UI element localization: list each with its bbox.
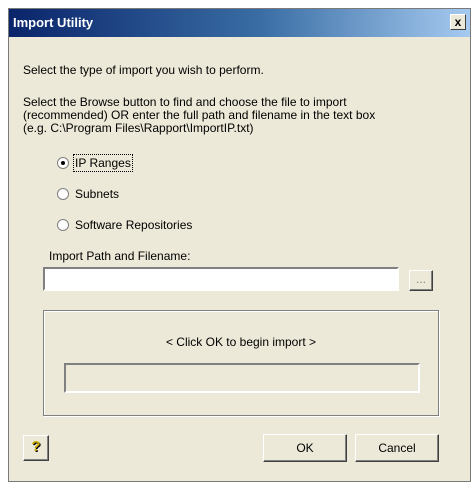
cancel-button-label: Cancel bbox=[378, 441, 416, 455]
radio-button-selected[interactable] bbox=[57, 157, 69, 169]
radio-label-subnets: Subnets bbox=[75, 187, 120, 201]
browse-button-label: ... bbox=[415, 272, 426, 286]
help-icon: ? bbox=[31, 438, 41, 455]
import-utility-dialog: Import Utility x Select the type of impo… bbox=[8, 8, 471, 482]
browse-button[interactable]: ... bbox=[409, 270, 433, 291]
import-path-input[interactable] bbox=[43, 267, 399, 291]
radio-button[interactable] bbox=[57, 188, 69, 200]
cancel-button[interactable]: Cancel bbox=[355, 434, 439, 462]
close-button[interactable]: x bbox=[450, 14, 466, 30]
ok-button[interactable]: OK bbox=[263, 434, 347, 462]
radio-button[interactable] bbox=[57, 219, 69, 231]
path-label: Import Path and Filename: bbox=[49, 249, 191, 263]
instruction-example: (e.g. C:\Program Files\Rapport\ImportIP.… bbox=[23, 121, 254, 135]
window-title: Import Utility bbox=[13, 15, 94, 30]
ok-button-label: OK bbox=[296, 441, 314, 455]
progress-bar bbox=[64, 363, 420, 393]
help-button[interactable]: ? bbox=[23, 435, 49, 461]
radio-label-software-repositories: Software Repositories bbox=[75, 218, 193, 232]
status-group: < Click OK to begin import > bbox=[43, 310, 439, 416]
instruction-browse-1: Select the Browse button to find and cho… bbox=[23, 95, 347, 109]
radio-label-ip-ranges: IP Ranges bbox=[73, 154, 133, 172]
instruction-type: Select the type of import you wish to pe… bbox=[23, 63, 264, 77]
status-message: < Click OK to begin import > bbox=[165, 335, 317, 349]
close-icon: x bbox=[454, 15, 462, 29]
title-bar[interactable]: Import Utility x bbox=[9, 9, 470, 37]
instruction-browse-2: (recommended) OR enter the full path and… bbox=[23, 108, 376, 122]
